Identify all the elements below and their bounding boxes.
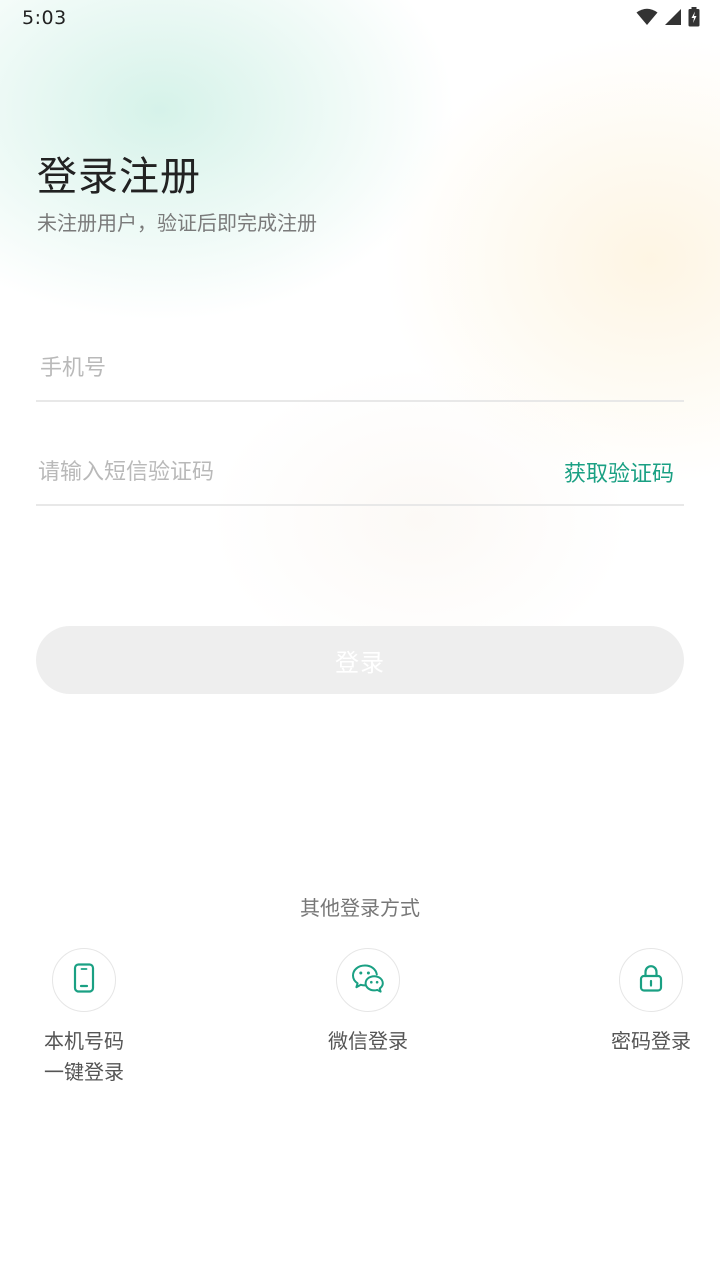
other-login-label: 其他登录方式 xyxy=(300,896,420,920)
lock-icon xyxy=(637,963,665,997)
battery-charging-icon xyxy=(688,7,700,27)
password-login-option[interactable]: 密码登录 xyxy=(581,948,720,1057)
password-login-label: 密码登录 xyxy=(611,1029,691,1053)
one-click-login-option[interactable]: 本机号码 一键登录 xyxy=(14,948,154,1088)
wechat-login-circle[interactable] xyxy=(336,948,400,1012)
signal-icon xyxy=(664,8,682,26)
wechat-login-label: 微信登录 xyxy=(328,1029,408,1053)
phone-icon xyxy=(71,963,97,997)
page-title: 登录注册 xyxy=(37,154,201,200)
status-time: 5:03 xyxy=(22,7,67,29)
status-bar: 5:03 xyxy=(0,0,720,36)
one-click-login-label: 本机号码 一键登录 xyxy=(44,1029,124,1084)
login-button[interactable]: 登录 xyxy=(36,626,684,694)
get-code-button[interactable]: 获取验证码 xyxy=(564,456,674,488)
wechat-icon xyxy=(351,963,385,997)
login-screen: 5:03 登录注册 未注册用户，验证后即完成注册 手机号 请输入短信验证码 获取… xyxy=(0,0,720,1280)
wifi-icon xyxy=(636,8,658,26)
one-click-login-circle[interactable] xyxy=(52,948,116,1012)
page-subtitle: 未注册用户，验证后即完成注册 xyxy=(37,211,317,235)
phone-input[interactable] xyxy=(40,346,520,390)
wechat-login-option[interactable]: 微信登录 xyxy=(298,948,438,1057)
password-login-circle[interactable] xyxy=(619,948,683,1012)
status-icons xyxy=(636,7,700,27)
sms-code-input[interactable] xyxy=(38,450,518,494)
phone-field xyxy=(36,340,684,402)
code-field: 获取验证码 xyxy=(36,444,684,506)
